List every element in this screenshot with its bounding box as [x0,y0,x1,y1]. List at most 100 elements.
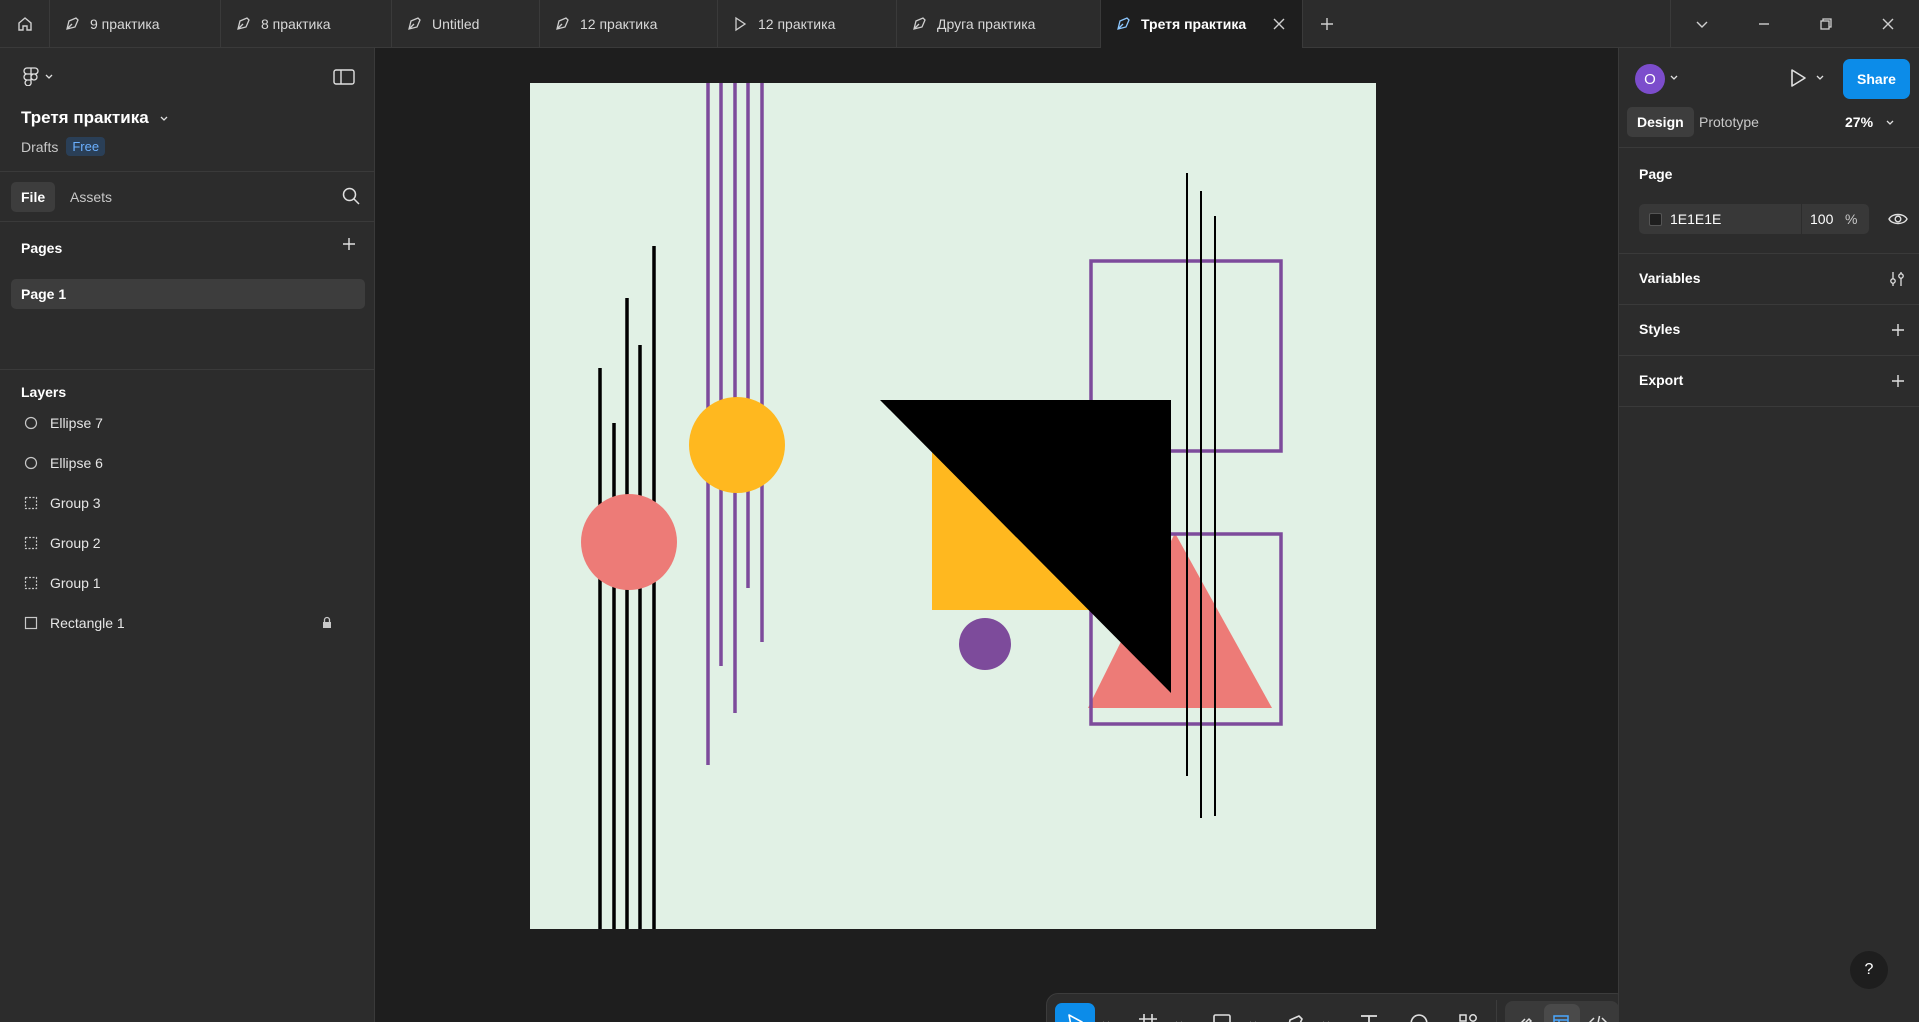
file-tab[interactable]: 9 практика [50,0,221,48]
frame-tool-menu[interactable] [1168,1003,1190,1022]
text-tool-button[interactable] [1349,1003,1389,1022]
coral-circle[interactable] [581,494,677,590]
help-button[interactable]: ? [1850,951,1888,989]
draw-mode-button[interactable] [1508,1004,1544,1022]
variables-title: Variables [1639,270,1701,286]
move-tool-button[interactable] [1055,1003,1095,1022]
export-title: Export [1639,372,1684,388]
tab-label: 8 практика [261,16,331,32]
chevron-down-icon [1249,1021,1256,1022]
color-swatch[interactable] [1649,212,1662,226]
file-tab-active[interactable]: Третя практика [1101,0,1303,48]
ellipse-icon [24,456,38,470]
purple-circle[interactable] [959,618,1011,670]
group-icon [24,536,38,550]
styles-title: Styles [1639,321,1681,337]
canvas[interactable] [376,48,1628,1022]
pages-section: Pages Page 1 [0,222,375,370]
actions-tool-button[interactable] [1448,1003,1488,1022]
layer-name: Group 1 [50,575,101,591]
percent-sign: % [1845,211,1858,227]
file-tab[interactable]: 8 практика [221,0,392,48]
search-layers-button[interactable] [341,186,361,209]
tab-label: Untitled [432,16,480,32]
layer-name: Group 2 [50,535,101,551]
add-page-button[interactable] [341,236,357,255]
plus-icon[interactable] [1890,373,1906,389]
file-tab[interactable]: Untitled [392,0,540,48]
ellipse-icon [24,416,38,430]
pen-tool-button[interactable] [1276,1003,1316,1022]
design-mode-button[interactable] [1544,1004,1580,1022]
chevron-down-icon[interactable] [1669,72,1679,82]
frame-icon [1139,1014,1158,1022]
file-header: Третя практика Drafts Free [0,48,375,172]
opacity-value[interactable]: 100 [1801,204,1845,234]
window-controls [1670,0,1919,48]
layer-item[interactable]: Ellipse 7 [0,407,375,439]
layer-item[interactable]: Group 3 [0,487,375,519]
file-name-button[interactable]: Третя практика [21,108,169,128]
page-background-field[interactable]: 1E1E1E 100 % [1639,204,1869,234]
drafts-link[interactable]: Drafts [21,139,58,155]
eye-icon[interactable] [1888,210,1908,228]
export-section: Export [1619,356,1919,407]
present-play-icon[interactable] [1787,66,1809,90]
home-button[interactable] [0,0,50,48]
chevron-down-icon [1886,120,1894,125]
black-lines-group-right[interactable] [1186,173,1216,818]
layer-name: Group 3 [50,495,101,511]
toggle-sidebar-button[interactable] [333,68,355,89]
restore-button[interactable] [1795,0,1857,48]
tab-assets[interactable]: Assets [60,182,122,212]
tab-prototype[interactable]: Prototype [1689,107,1769,137]
tab-label: 9 практика [90,16,160,32]
figma-logo-icon [23,67,39,86]
design-mode-icon [1553,1015,1569,1022]
tabs-dropdown-button[interactable] [1671,0,1733,48]
page-section: Page 1E1E1E 100 % [1619,148,1919,254]
pen-tool-icon [556,17,569,30]
shape-tool-menu[interactable] [1242,1003,1264,1022]
chevron-down-icon [1176,1021,1183,1022]
layer-item[interactable]: Ellipse 6 [0,447,375,479]
text-icon [1360,1015,1377,1022]
layer-item[interactable]: Group 2 [0,527,375,559]
layer-item[interactable]: Rectangle 1 [0,607,375,639]
chevron-down-icon [160,116,168,121]
file-tab[interactable]: 12 практика [718,0,897,48]
close-window-button[interactable] [1857,0,1919,48]
share-button[interactable]: Share [1843,59,1910,99]
layer-item[interactable]: Group 1 [0,567,375,599]
hex-value[interactable]: 1E1E1E [1670,211,1801,227]
tab-file[interactable]: File [11,182,56,212]
shape-tool-button[interactable] [1202,1003,1242,1022]
search-icon [342,187,360,205]
file-tab[interactable]: Друга практика [897,0,1101,48]
dev-mode-button[interactable] [1580,1004,1616,1022]
tab-design[interactable]: Design [1627,107,1694,137]
artboard-frame[interactable] [530,83,1376,929]
frame-tool-button[interactable] [1129,1003,1169,1022]
comment-tool-button[interactable] [1399,1003,1439,1022]
main-menu-button[interactable] [22,66,54,86]
move-tool-menu[interactable] [1095,1003,1117,1022]
page-item[interactable]: Page 1 [11,279,365,309]
close-tab-icon[interactable] [1272,17,1286,31]
file-tab[interactable]: 12 практика [540,0,718,48]
zoom-dropdown[interactable]: 27% [1845,114,1895,130]
lock-icon[interactable] [321,616,333,630]
bottom-toolbar [1046,993,1628,1022]
file-location: Drafts Free [21,137,106,156]
yellow-circle[interactable] [689,397,785,493]
avatar[interactable]: O [1635,64,1665,94]
pen-tool-icon [66,17,79,30]
variables-settings-icon[interactable] [1888,270,1906,288]
minimize-button[interactable] [1733,0,1795,48]
group-icon [24,576,38,590]
rectangle-icon [24,616,38,630]
new-tab-button[interactable] [1303,0,1351,48]
plus-icon[interactable] [1890,322,1906,338]
chevron-down-icon[interactable] [1815,72,1825,82]
pen-tool-menu[interactable] [1315,1003,1337,1022]
